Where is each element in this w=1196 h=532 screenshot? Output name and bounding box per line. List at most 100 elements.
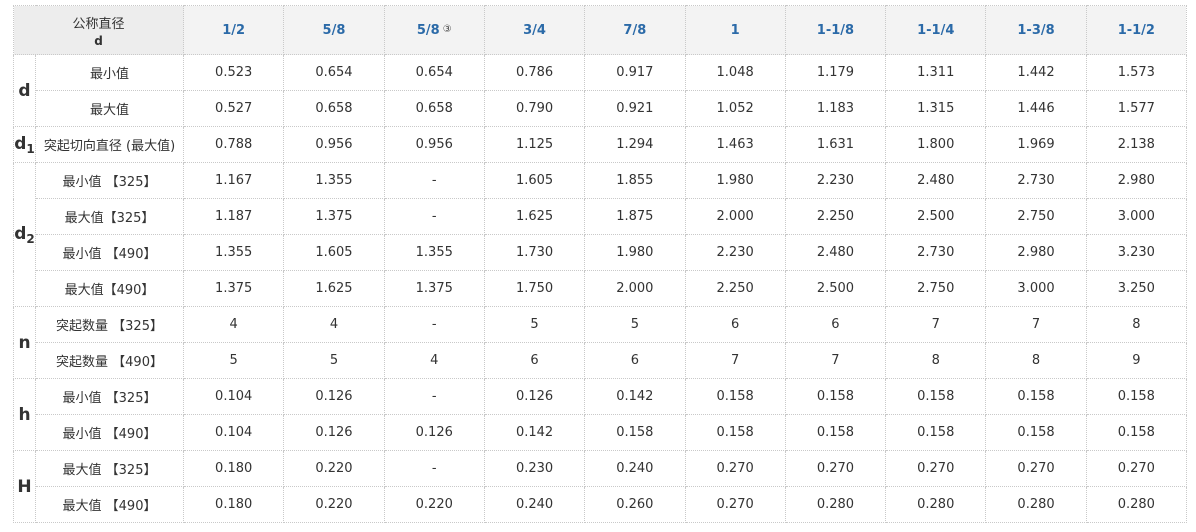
table-cell: 1.800	[885, 126, 987, 163]
table-cell: 0.280	[985, 486, 1087, 523]
table-cell: -	[383, 306, 485, 343]
table-cell: 0.230	[483, 450, 586, 487]
table-cell: 1.125	[483, 126, 586, 163]
table-row: 最大值【325】 1.187 1.375-1.625 1.875 2.000 2.250 2…	[14, 198, 1187, 235]
table-cell: -	[383, 378, 485, 415]
table-cell: 1.179	[784, 54, 887, 91]
table-row: 最大值【490】 1.375 1.625 1.375 1.750 2.000 2.250 2.…	[14, 270, 1187, 307]
table-cell: 0.270	[985, 450, 1087, 487]
table-cell: 0.220	[283, 450, 385, 487]
table-cell: 0.270	[784, 450, 887, 487]
table-row: h 最小值 【325】 0.104 0.126-0.126 0.142 0.158 0.15…	[13, 378, 1187, 451]
table-cell: 8	[885, 342, 987, 379]
spec-table: 公称直径 d 1/2 5/8 5/8 ③ 3/4 7/8 1 1-1/8 1-1/…	[12, 5, 1187, 523]
row-label: 最小值 【325】	[34, 378, 185, 415]
group-symbol: d	[14, 133, 27, 154]
group-symbol-cell: d2	[13, 162, 36, 307]
table-header: 公称直径 d 1/2 5/8 5/8 ③ 3/4 7/8 1 1-1/8 1-1/…	[12, 5, 1187, 55]
column-header-label: 1-1/8	[816, 22, 855, 38]
column-header-label: 5/8	[322, 22, 346, 38]
table-cell: 0.158	[985, 378, 1087, 415]
table-row: 最小值 【490】 1.355 1.605 1.355 1.730 1.980 2.230 2…	[14, 234, 1187, 271]
table-cell: 7	[985, 306, 1087, 343]
row-label: 最大值	[34, 90, 185, 127]
row-label: 最大值【325】	[34, 198, 185, 235]
group-symbol: h	[18, 404, 31, 425]
table-cell: 8	[1085, 306, 1187, 343]
table-cell: 0.180	[183, 450, 285, 487]
column-header-label: 7/8	[623, 22, 647, 38]
table-row: n 突起数量 【325】 4 4-5 5 6 6 7 7 8	[13, 306, 1187, 379]
spec-table-container: 公称直径 d 1/2 5/8 5/8 ③ 3/4 7/8 1 1-1/8 1-1/…	[12, 5, 1187, 523]
table-cell: 1.969	[985, 126, 1087, 163]
table-cell: 1.605	[283, 234, 385, 271]
table-cell: 6	[584, 342, 686, 379]
table-cell: 1.375	[283, 198, 385, 235]
table-cell: 1.980	[584, 234, 686, 271]
row-label: 最小值 【325】	[34, 162, 185, 199]
table-cell: 0.158	[1085, 378, 1187, 415]
table-cell: 1.625	[283, 270, 385, 307]
group-symbol: H	[17, 476, 32, 497]
table-cell: 0.956	[383, 126, 485, 163]
column-header: 1/2	[183, 5, 285, 55]
table-cell: 0.240	[483, 486, 586, 523]
table-cell: 6	[684, 306, 786, 343]
table-cell: 4	[383, 342, 485, 379]
table-cell: 1.631	[784, 126, 887, 163]
table-row: 最大值 【490】 0.180 0.220 0.220 0.240 0.260 0.270 0…	[14, 486, 1187, 523]
table-cell: 0.142	[483, 414, 586, 451]
table-cell: 0.158	[885, 414, 987, 451]
table-cell: 1.625	[483, 198, 586, 235]
table-cell: 2.250	[784, 198, 887, 235]
column-header: 1-3/8	[985, 5, 1087, 55]
table-cell: 0.240	[584, 450, 686, 487]
table-cell: 1.463	[684, 126, 786, 163]
table-cell: -	[383, 450, 485, 487]
table-cell: 2.980	[1085, 162, 1187, 199]
table-cell: 1.750	[483, 270, 586, 307]
table-cell: 1.315	[885, 90, 987, 127]
column-header: 1-1/2	[1085, 5, 1187, 55]
table-body: d 最小值 0.523 0.654 0.654 0.786 0.917 1.048 1.179 1…	[13, 54, 1187, 523]
table-cell: 0.126	[483, 378, 586, 415]
column-header: 7/8	[584, 5, 686, 55]
table-cell: 1.442	[985, 54, 1087, 91]
column-header: 1-1/8	[784, 5, 887, 55]
table-row: d 最小值 0.523 0.654 0.654 0.786 0.917 1.048 1.179 1…	[13, 54, 1187, 127]
table-cell: 1.183	[784, 90, 887, 127]
table-cell: 2.480	[885, 162, 987, 199]
table-cell: 1.573	[1085, 54, 1187, 91]
table-cell: 1.048	[684, 54, 786, 91]
row-label: 最小值 【490】	[34, 234, 185, 271]
table-cell: 1.355	[283, 162, 385, 199]
table-cell: 1.446	[985, 90, 1087, 127]
group-symbol-cell: n	[13, 306, 36, 379]
table-cell: 0.126	[383, 414, 485, 451]
table-cell: 1.052	[684, 90, 786, 127]
column-header-label: 1/2	[222, 22, 246, 38]
table-cell: 0.280	[784, 486, 887, 523]
table-row: 最小值 【490】 0.104 0.126 0.126 0.142 0.158 0.158 0…	[14, 414, 1187, 451]
table-cell: 3.230	[1085, 234, 1187, 271]
table-cell: 0.104	[183, 414, 285, 451]
group-symbol-cell: d	[13, 54, 36, 127]
table-row: 突起数量 【490】 5 5 4 6 6 7 7 8 8 9	[14, 342, 1187, 379]
table-cell: 2.000	[584, 270, 686, 307]
table-cell: 0.220	[283, 486, 385, 523]
row-label: 最小值 【490】	[34, 414, 185, 451]
table-cell: 0.658	[283, 90, 385, 127]
table-cell: 2.138	[1085, 126, 1187, 163]
table-cell: 0.790	[483, 90, 586, 127]
table-cell: 0.270	[885, 450, 987, 487]
table-cell: 8	[985, 342, 1087, 379]
table-row: H 最大值 【325】 0.180 0.220-0.230 0.240 0.270 0.27…	[13, 450, 1187, 523]
table-cell: -	[383, 198, 485, 235]
table-cell: 1.605	[483, 162, 586, 199]
column-header-label: 1-1/2	[1117, 22, 1155, 38]
row-label: 突起数量 【490】	[34, 342, 185, 379]
table-cell: 0.270	[684, 486, 786, 523]
column-header-label: 1-3/8	[1017, 22, 1055, 38]
group-symbol-subscript: 2	[26, 231, 35, 246]
table-cell: 1.980	[684, 162, 786, 199]
